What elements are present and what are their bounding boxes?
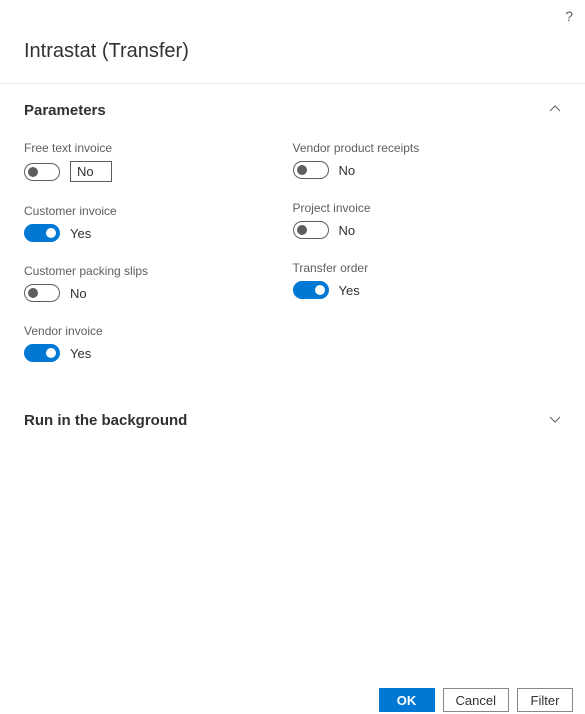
toggle-vendor-invoice[interactable]	[24, 344, 60, 362]
dialog-footer: OK Cancel Filter	[0, 684, 585, 714]
section-background-title: Run in the background	[24, 412, 187, 429]
section-parameters-title: Parameters	[24, 102, 106, 119]
field-label: Customer packing slips	[24, 264, 293, 278]
field-vendor-invoice: Vendor invoice Yes	[24, 324, 293, 362]
toggle-value: Yes	[339, 283, 360, 298]
toggle-customer-packing-slips[interactable]	[24, 284, 60, 302]
cancel-button[interactable]: Cancel	[443, 688, 509, 712]
field-free-text-invoice: Free text invoice No	[24, 141, 293, 182]
field-label: Customer invoice	[24, 204, 293, 218]
dialog-title: Intrastat (Transfer)	[24, 40, 561, 63]
section-background-header[interactable]: Run in the background	[24, 412, 561, 429]
toggle-value: No	[339, 163, 356, 178]
column-left: Free text invoice No Customer invoice Ye…	[24, 141, 293, 384]
field-label: Vendor product receipts	[293, 141, 562, 155]
section-parameters: Parameters Free text invoice No Customer…	[0, 84, 585, 394]
section-parameters-header[interactable]: Parameters	[24, 102, 561, 119]
toggle-value: Yes	[70, 346, 91, 361]
toggle-free-text-invoice[interactable]	[24, 163, 60, 181]
ok-button[interactable]: OK	[379, 688, 435, 712]
field-label: Transfer order	[293, 261, 562, 275]
field-project-invoice: Project invoice No	[293, 201, 562, 239]
toggle-customer-invoice[interactable]	[24, 224, 60, 242]
dialog-header: Intrastat (Transfer)	[0, 0, 585, 83]
field-vendor-product-receipts: Vendor product receipts No	[293, 141, 562, 179]
toggle-vendor-product-receipts[interactable]	[293, 161, 329, 179]
toggle-transfer-order[interactable]	[293, 281, 329, 299]
chevron-down-icon	[549, 413, 561, 428]
column-right: Vendor product receipts No Project invoi…	[293, 141, 562, 384]
help-icon[interactable]: ?	[565, 8, 573, 24]
toggle-value: No	[339, 223, 356, 238]
field-label: Vendor invoice	[24, 324, 293, 338]
filter-button[interactable]: Filter	[517, 688, 573, 712]
field-customer-invoice: Customer invoice Yes	[24, 204, 293, 242]
field-label: Project invoice	[293, 201, 562, 215]
toggle-value-input[interactable]: No	[70, 161, 112, 182]
chevron-up-icon	[549, 103, 561, 118]
field-label: Free text invoice	[24, 141, 293, 155]
field-transfer-order: Transfer order Yes	[293, 261, 562, 299]
toggle-project-invoice[interactable]	[293, 221, 329, 239]
field-customer-packing-slips: Customer packing slips No	[24, 264, 293, 302]
section-parameters-body: Free text invoice No Customer invoice Ye…	[24, 119, 561, 384]
section-background: Run in the background	[0, 394, 585, 439]
toggle-value: Yes	[70, 226, 91, 241]
toggle-value: No	[70, 286, 87, 301]
